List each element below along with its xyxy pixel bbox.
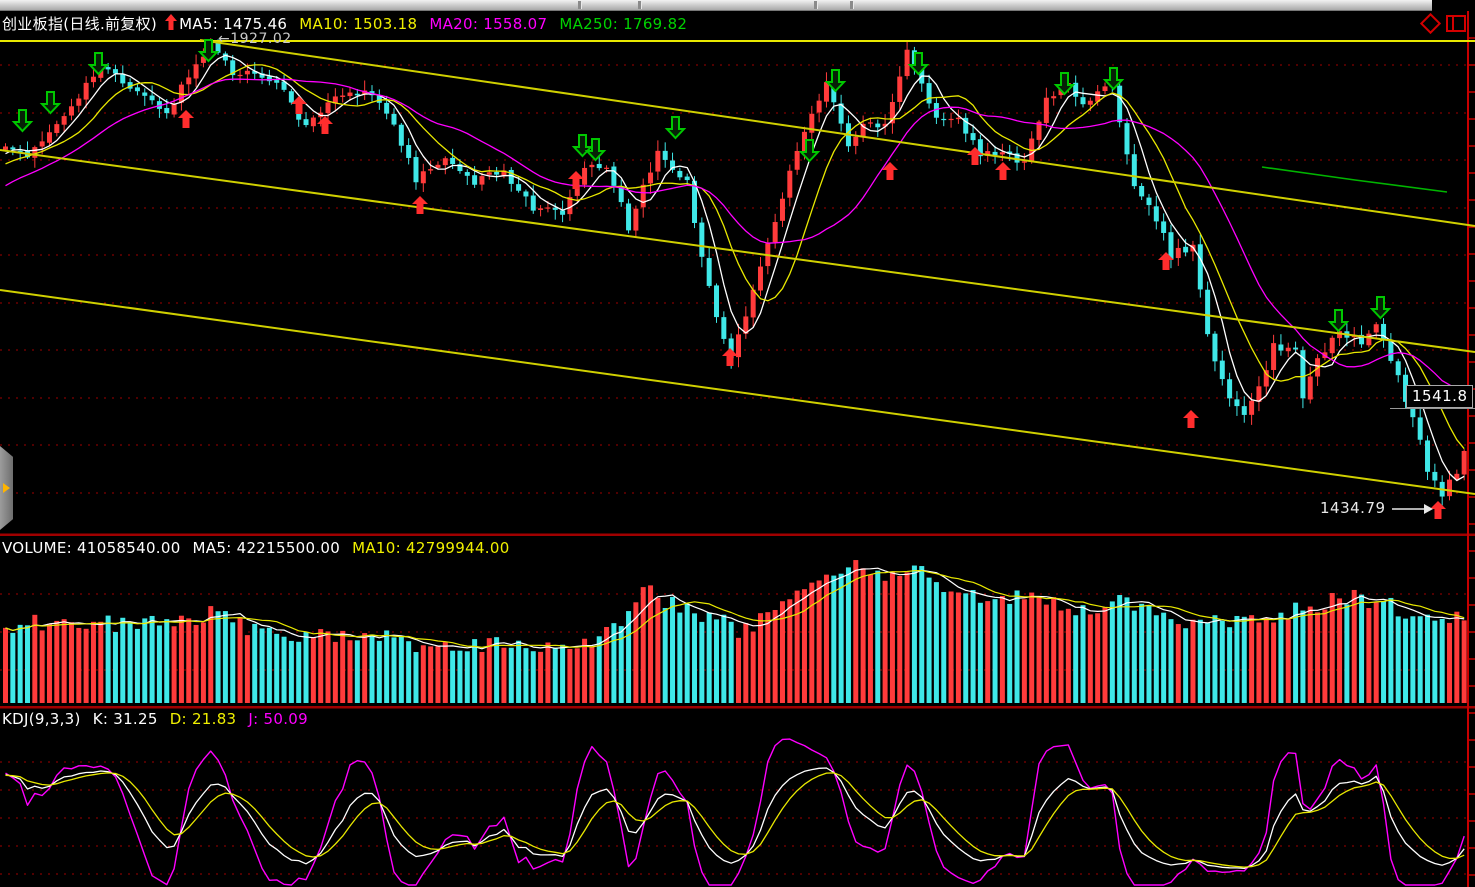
- panel-expand-arrow-icon: [3, 483, 10, 493]
- volume-bars: [3, 560, 1467, 703]
- window-top-strip: [0, 0, 1432, 11]
- kdj-d-value: D: 21.83: [170, 710, 237, 728]
- buy-arrow-icon: [317, 116, 333, 134]
- splitter-notch[interactable]: [814, 1, 818, 9]
- panel-expand-tab[interactable]: [0, 446, 13, 530]
- sell-arrow-icon: [42, 92, 59, 113]
- annotation-arrows: [1392, 504, 1433, 514]
- volume-ma5-value: MA5: 42215500.00: [193, 539, 341, 557]
- sell-arrow-icon: [1330, 310, 1347, 331]
- kdj-pane-header: KDJ(9,3,3) K: 31.25 D: 21.83 J: 50.09: [2, 710, 308, 728]
- splitter-notch[interactable]: [578, 1, 582, 9]
- buy-arrow-icon: [178, 110, 194, 128]
- main-pane-header: 创业板指(日线.前复权) MA5: 1475.46 MA10: 1503.18 …: [2, 13, 687, 34]
- trendlines: [0, 40, 1475, 494]
- price-tag-label: 1541.8: [1406, 385, 1473, 408]
- volume-value: VOLUME: 41058540.00: [2, 539, 181, 557]
- sell-arrow-icon: [827, 70, 844, 91]
- chart-canvas[interactable]: [0, 0, 1475, 887]
- ma10-value: MA10: 1503.18: [299, 15, 417, 33]
- buy-arrow-icon: [722, 348, 738, 366]
- sell-arrow-icon: [1372, 297, 1389, 318]
- splitter-notch[interactable]: [638, 1, 642, 9]
- ma5-value: MA5: 1475.46: [179, 15, 287, 33]
- buy-arrow-icon: [1430, 501, 1446, 519]
- kdj-j-value: J: 50.09: [248, 710, 308, 728]
- volume-pane-header: VOLUME: 41058540.00 MA5: 42215500.00 MA1…: [2, 539, 510, 557]
- pane-frame: [0, 11, 1475, 887]
- kdj-indicator-name: KDJ(9,3,3): [2, 710, 81, 728]
- sell-arrow-icon: [667, 117, 684, 138]
- buy-arrow-icon: [995, 162, 1011, 180]
- volume-ma10-value: MA10: 42799944.00: [352, 539, 509, 557]
- buy-arrow-icon: [1183, 410, 1199, 428]
- ma250-value: MA250: 1769.82: [559, 15, 687, 33]
- stock-chart-app: 创业板指(日线.前复权) MA5: 1475.46 MA10: 1503.18 …: [0, 0, 1475, 887]
- kdj-lines: [6, 739, 1465, 885]
- ma-lines: [6, 55, 1465, 480]
- price-tag-underline: [1390, 408, 1475, 409]
- low-price-label: 1434.79: [1320, 499, 1386, 517]
- candles: [3, 38, 1467, 505]
- gridlines: [0, 65, 1466, 874]
- split-window-icon[interactable]: [1446, 15, 1466, 32]
- ma20-value: MA20: 1558.07: [429, 15, 547, 33]
- sell-arrow-icon: [90, 53, 107, 74]
- signal-markers: [14, 40, 1446, 519]
- splitter-notch[interactable]: [850, 1, 854, 9]
- up-arrow-icon: [165, 14, 177, 34]
- symbol-title: 创业板指(日线.前复权): [2, 13, 157, 34]
- kdj-k-value: K: 31.25: [93, 710, 158, 728]
- buy-arrow-icon: [412, 196, 428, 214]
